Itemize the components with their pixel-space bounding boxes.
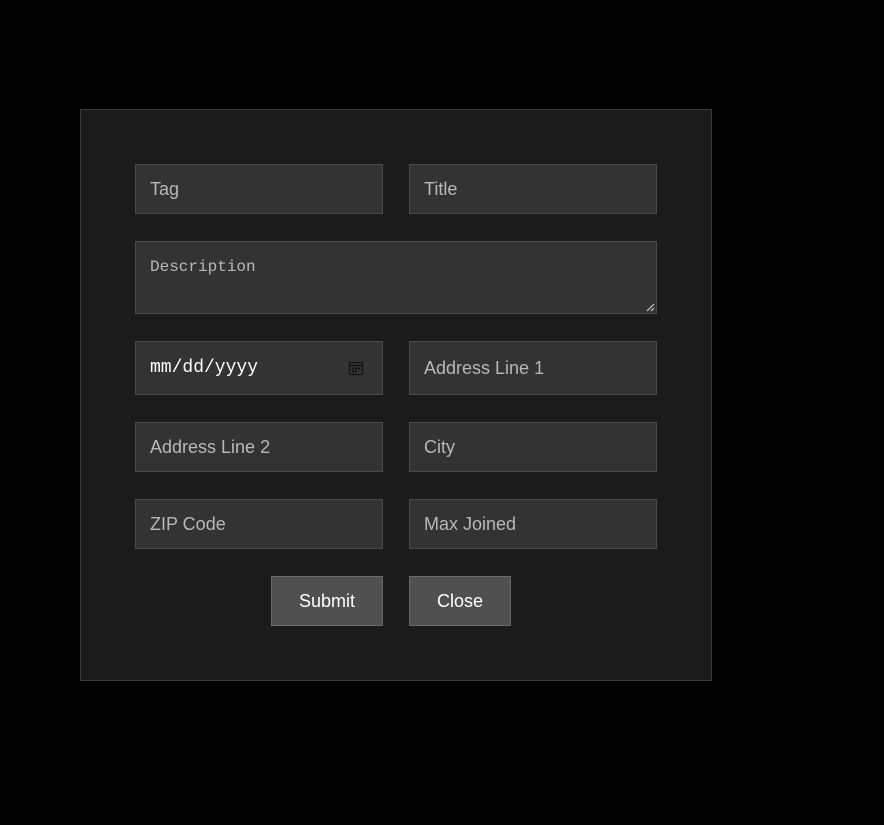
date-input[interactable]: mm/dd/yyyy [135,341,383,395]
date-placeholder: mm/dd/yyyy [150,358,259,378]
tag-placeholder: Tag [150,178,180,199]
city-placeholder: City [424,436,455,457]
description-placeholder: Description [150,258,256,276]
address-line-2-placeholder: Address Line 2 [150,436,271,457]
close-button[interactable]: Close [409,576,511,626]
calendar-icon[interactable] [348,360,364,376]
submit-button[interactable]: Submit [271,576,383,626]
close-label: Close [436,590,484,611]
city-input[interactable]: City [409,422,657,472]
max-joined-input[interactable]: Max Joined [409,499,657,549]
submit-label: Submit [298,590,356,611]
title-placeholder: Title [424,178,458,199]
max-joined-placeholder: Max Joined [424,513,517,534]
zip-code-input[interactable]: ZIP Code [135,499,383,549]
address-line-1-input[interactable]: Address Line 1 [409,341,657,395]
resize-handle-icon[interactable] [645,302,655,312]
description-textarea[interactable]: Description [135,241,657,314]
title-input[interactable]: Title [409,164,657,214]
address-line-1-placeholder: Address Line 1 [424,357,545,378]
event-form-modal: Tag Title Description mm/dd/yyyy Address… [80,109,712,681]
tag-input[interactable]: Tag [135,164,383,214]
address-line-2-input[interactable]: Address Line 2 [135,422,383,472]
zip-code-placeholder: ZIP Code [150,513,226,534]
